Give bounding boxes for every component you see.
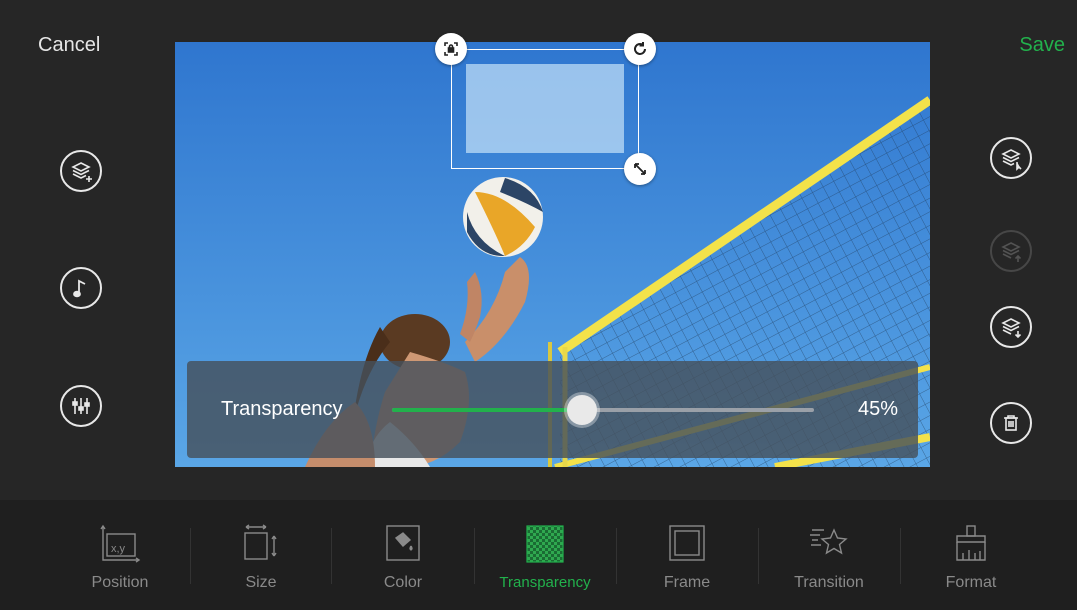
paint-bucket-icon bbox=[386, 525, 420, 561]
overlay-shape[interactable] bbox=[466, 64, 624, 153]
position-xy-icon: x,y bbox=[100, 524, 141, 563]
layer-up-icon bbox=[1001, 242, 1022, 262]
bottom-toolbar: x,y Position Size Color Transparency Fra… bbox=[0, 500, 1077, 610]
delete-button[interactable] bbox=[990, 402, 1032, 444]
position-icon-text: x,y bbox=[111, 543, 126, 555]
tab-label: Color bbox=[383, 574, 423, 591]
transparency-slider[interactable] bbox=[392, 395, 814, 425]
checkerboard-icon bbox=[526, 525, 564, 563]
adjust-button[interactable] bbox=[60, 385, 102, 427]
select-layer-button[interactable] bbox=[990, 137, 1032, 179]
music-note-icon bbox=[73, 279, 86, 298]
tab-label: Format bbox=[945, 574, 997, 591]
tab-label: Frame bbox=[663, 574, 711, 591]
transparency-value: 45% bbox=[857, 398, 898, 420]
tab-frame[interactable]: Frame bbox=[617, 500, 757, 610]
transparency-label: Transparency bbox=[221, 398, 343, 420]
tab-format[interactable]: Format bbox=[901, 500, 1041, 610]
tab-transition[interactable]: Transition bbox=[759, 500, 899, 610]
diagonal-resize-icon bbox=[634, 163, 646, 175]
lock-icon bbox=[444, 42, 458, 56]
tab-transparency[interactable]: Transparency bbox=[475, 500, 615, 610]
cancel-button[interactable]: Cancel bbox=[38, 34, 100, 57]
layers-add-icon bbox=[71, 162, 92, 182]
layers-select-icon bbox=[1001, 149, 1022, 171]
tab-size[interactable]: Size bbox=[191, 500, 331, 610]
tab-color[interactable]: Color bbox=[333, 500, 473, 610]
save-button[interactable]: Save bbox=[1019, 34, 1065, 57]
sliders-icon bbox=[72, 398, 90, 414]
slider-fill bbox=[392, 408, 582, 412]
resize-icon bbox=[244, 524, 277, 560]
rotate-handle[interactable] bbox=[624, 33, 656, 65]
frame-icon bbox=[669, 525, 705, 561]
music-button[interactable] bbox=[60, 267, 102, 309]
tab-position[interactable]: x,y Position bbox=[50, 500, 190, 610]
layer-down-icon bbox=[1001, 318, 1022, 339]
brush-icon bbox=[956, 525, 986, 561]
layer-up-button[interactable] bbox=[990, 230, 1032, 272]
star-motion-icon bbox=[810, 528, 848, 555]
transparency-panel: Transparency 45% bbox=[187, 361, 918, 458]
resize-handle[interactable] bbox=[624, 153, 656, 185]
tab-label: Size bbox=[245, 574, 277, 591]
layer-down-button[interactable] bbox=[990, 306, 1032, 348]
slider-thumb[interactable] bbox=[567, 395, 597, 425]
tab-label: Position bbox=[91, 574, 149, 591]
tab-label: Transparency bbox=[499, 574, 591, 591]
rotate-icon bbox=[634, 42, 646, 55]
lock-handle[interactable] bbox=[435, 33, 467, 65]
trash-icon bbox=[1004, 415, 1018, 431]
add-layer-button[interactable] bbox=[60, 150, 102, 192]
tab-label: Transition bbox=[794, 574, 864, 591]
